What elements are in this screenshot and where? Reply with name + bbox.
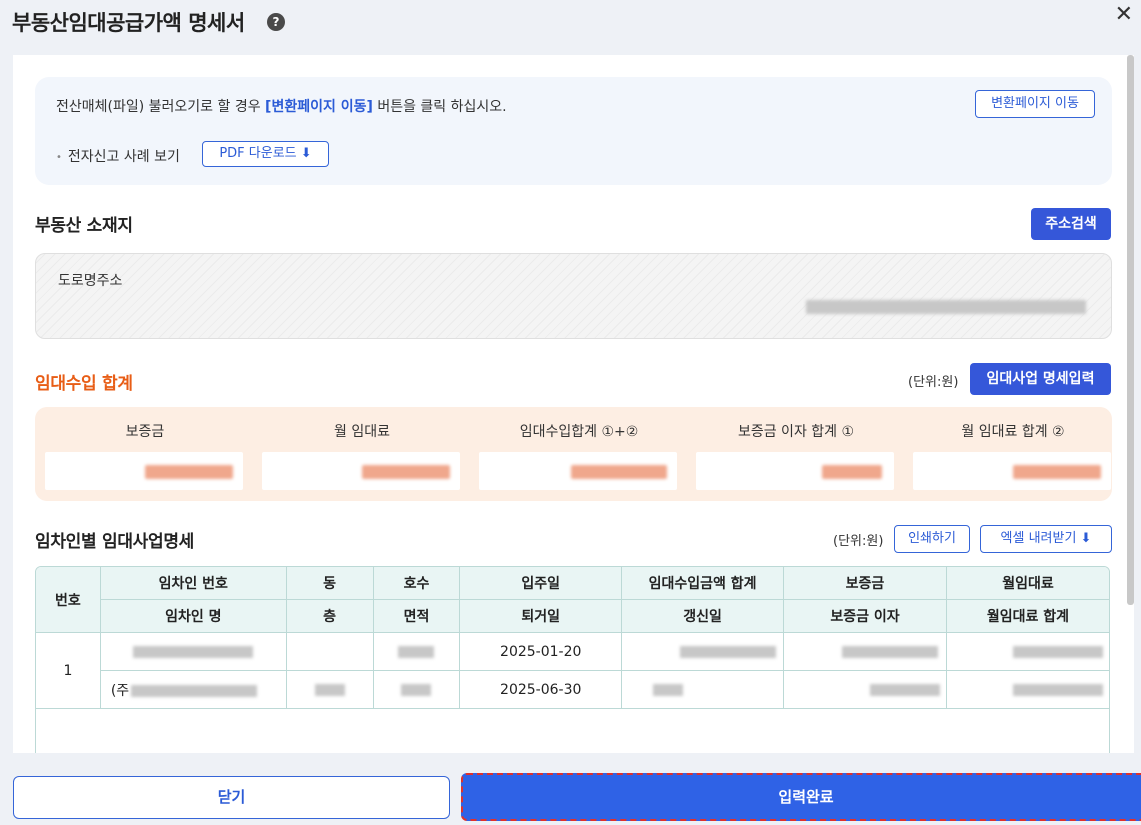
- lease-statement-modal: 부동산임대공급가액 명세서 ? ✕ 전산매체(파일) 불러오기로 할 경우 [변…: [0, 0, 1141, 825]
- scrollbar[interactable]: [1127, 55, 1134, 605]
- modal-header: 부동산임대공급가액 명세서 ? ✕: [0, 0, 1141, 55]
- income-section-title: 임대수입 합계: [35, 374, 133, 394]
- pdf-download-button[interactable]: PDF 다운로드 ⬇: [202, 141, 329, 167]
- floor-cell: [285, 670, 374, 709]
- col-header-building: 동: [285, 567, 374, 600]
- tenant-name-cell: (주: [99, 670, 287, 709]
- table-header-row-top: 번호 임차인 번호 동 호수 입주일 임대수입금액 합계 보증금 월임대료: [36, 567, 1109, 633]
- address-value-redacted: [806, 300, 1086, 314]
- income-head-interest: 보증금 이자 합계 ①: [737, 424, 855, 440]
- col-header-floor: 층: [285, 599, 374, 633]
- example-label: • 전자신고 사례 보기: [56, 146, 180, 166]
- income-total-cell: [621, 632, 785, 671]
- print-button[interactable]: 인쇄하기: [894, 525, 970, 553]
- unit-cell: [372, 632, 461, 671]
- col-header-deposit-interest: 보증금 이자: [783, 599, 947, 633]
- deposit-interest-field[interactable]: [696, 452, 894, 490]
- notice-text-after: 버튼을 클릭 하십시오.: [372, 99, 507, 115]
- col-header-move-out: 퇴거일: [459, 599, 623, 633]
- income-head-monthly: 월 임대료: [334, 424, 390, 440]
- col-header-tenant-name: 임차인 명: [99, 599, 287, 633]
- bullet-icon: •: [56, 151, 62, 163]
- table-row[interactable]: 1 2025-01-20: [36, 632, 1109, 709]
- excel-download-button[interactable]: 엑셀 내려받기 ⬇: [980, 525, 1112, 553]
- tenant-table: 번호 임차인 번호 동 호수 입주일 임대수입금액 합계 보증금 월임대료 임차…: [36, 567, 1109, 709]
- notice-text: 전산매체(파일) 불러오기로 할 경우 [변환페이지 이동] 버튼을 클릭 하십…: [56, 96, 507, 116]
- monthly-rent-field[interactable]: [262, 452, 460, 490]
- modal-title: 부동산임대공급가액 명세서: [12, 11, 245, 35]
- col-header-monthly-rent: 월임대료: [945, 567, 1109, 600]
- example-label-text: 전자신고 사례 보기: [67, 149, 180, 165]
- income-head-monthly-total: 월 임대료 합계 ②: [961, 424, 1065, 440]
- notice-box: 전산매체(파일) 불러오기로 할 경우 [변환페이지 이동] 버튼을 클릭 하십…: [35, 77, 1112, 185]
- col-header-unit: 호수: [372, 567, 461, 600]
- col-header-area: 면적: [372, 599, 461, 633]
- monthly-rent-total-field[interactable]: [913, 452, 1111, 490]
- income-head-total: 임대수입합계 ①+②: [519, 424, 639, 440]
- col-header-deposit: 보증금: [783, 567, 947, 600]
- property-section-title: 부동산 소재지: [35, 216, 133, 236]
- income-total-field[interactable]: [479, 452, 677, 490]
- col-header-monthly-total: 월임대료 합계: [945, 599, 1109, 633]
- deposit-interest-cell: [783, 670, 947, 709]
- road-address-label: 도로명주소: [58, 273, 123, 289]
- renewal-cell: [621, 670, 785, 709]
- income-unit-label: (단위:원): [908, 375, 959, 390]
- address-search-button[interactable]: 주소검색: [1031, 208, 1111, 240]
- submit-button[interactable]: 입력완료: [461, 773, 1141, 821]
- close-icon[interactable]: ✕: [1115, 2, 1133, 27]
- notice-text-before: 전산매체(파일) 불러오기로 할 경우: [56, 99, 266, 115]
- col-header-move-in: 입주일: [459, 567, 623, 600]
- deposit-total-field[interactable]: [45, 452, 243, 490]
- close-button[interactable]: 닫기: [13, 776, 450, 819]
- address-box: 도로명주소: [35, 253, 1112, 339]
- deposit-cell: [783, 632, 947, 671]
- row-number: 1: [36, 632, 101, 709]
- tenant-number-cell: [99, 632, 287, 671]
- lease-detail-input-button[interactable]: 임대사업 명세입력: [970, 363, 1111, 395]
- table-row-sub[interactable]: (주 2025-06-30: [36, 670, 1109, 709]
- col-header-no: 번호: [36, 567, 101, 633]
- area-cell: [372, 670, 461, 709]
- monthly-total-cell: [945, 670, 1109, 709]
- tenant-name-prefix: (주: [110, 682, 130, 699]
- modal-footer: 닫기 입력완료: [0, 753, 1141, 825]
- building-cell: [285, 632, 374, 671]
- modal-body: 전산매체(파일) 불러오기로 할 경우 [변환페이지 이동] 버튼을 클릭 하십…: [13, 55, 1134, 753]
- tenant-table-wrap: 번호 임차인 번호 동 호수 입주일 임대수입금액 합계 보증금 월임대료 임차…: [35, 566, 1110, 753]
- table-header-row-bottom: 임차인 명 층 면적 퇴거일 갱신일 보증금 이자 월임대료 합계: [36, 599, 1109, 633]
- col-header-tenant-no: 임차인 번호: [99, 567, 287, 600]
- move-out-cell: 2025-06-30: [459, 670, 623, 709]
- notice-text-highlight: [변환페이지 이동]: [265, 99, 373, 115]
- tenant-section-title: 임차인별 임대사업명세: [35, 532, 195, 552]
- col-header-income-total: 임대수입금액 합계: [621, 567, 785, 600]
- income-head-deposit: 보증금: [125, 424, 165, 440]
- tenant-unit-label: (단위:원): [833, 534, 884, 549]
- col-header-renewal: 갱신일: [621, 599, 785, 633]
- move-in-cell: 2025-01-20: [459, 632, 623, 671]
- help-icon[interactable]: ?: [267, 13, 285, 31]
- convert-page-button[interactable]: 변환페이지 이동: [975, 90, 1095, 118]
- income-summary-box: 보증금 월 임대료 임대수입합계 ①+② 보증금 이자 합계 ① 월 임대료 합…: [35, 407, 1112, 501]
- monthly-rent-cell: [945, 632, 1109, 671]
